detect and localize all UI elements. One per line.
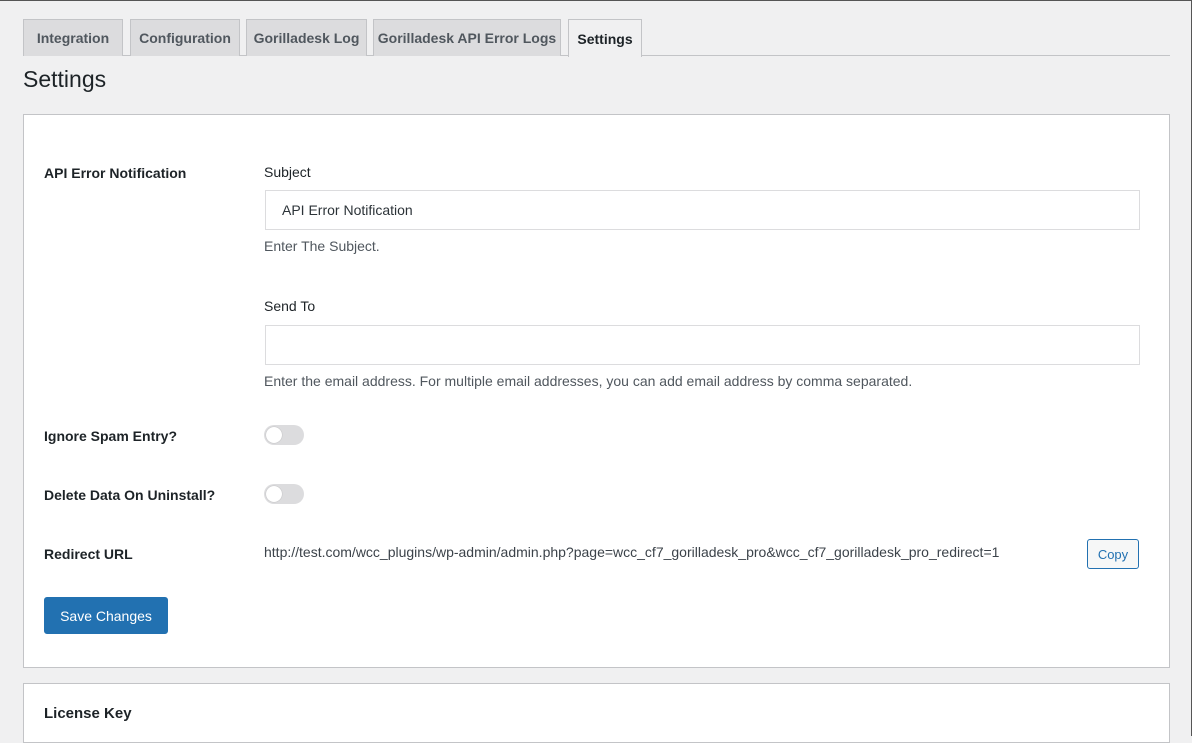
tab-settings[interactable]: Settings — [568, 19, 642, 57]
ignore-spam-label: Ignore Spam Entry? — [44, 428, 178, 444]
license-key-title: License Key — [44, 705, 132, 722]
tab-gorilladesk-log[interactable]: Gorilladesk Log — [246, 19, 367, 56]
tab-gorilladesk-api-error-logs[interactable]: Gorilladesk API Error Logs — [373, 19, 561, 56]
send-to-help-text: Enter the email address. For multiple em… — [264, 373, 913, 389]
subject-help-text: Enter The Subject. — [264, 238, 380, 254]
ignore-spam-toggle[interactable] — [264, 425, 304, 445]
tab-bar: Integration Configuration Gorilladesk Lo… — [23, 19, 1170, 57]
toggle-knob — [266, 427, 282, 443]
license-card: License Key — [23, 683, 1170, 743]
delete-data-toggle[interactable] — [264, 484, 304, 504]
subject-label: Subject — [264, 164, 311, 180]
subject-input[interactable] — [265, 190, 1140, 230]
settings-card: API Error Notification Subject Enter The… — [23, 114, 1170, 668]
tab-configuration[interactable]: Configuration — [130, 19, 240, 56]
delete-data-label: Delete Data On Uninstall? — [44, 487, 216, 503]
copy-button[interactable]: Copy — [1087, 539, 1139, 569]
api-error-notification-label: API Error Notification — [44, 165, 187, 181]
save-changes-button[interactable]: Save Changes — [44, 597, 168, 634]
redirect-url-value: http://test.com/wcc_plugins/wp-admin/adm… — [264, 544, 1000, 560]
send-to-label: Send To — [264, 298, 316, 314]
window-top-border — [0, 0, 1192, 1]
send-to-input[interactable] — [265, 325, 1140, 365]
page-title: Settings — [23, 66, 107, 92]
tab-integration[interactable]: Integration — [23, 19, 123, 56]
redirect-url-label: Redirect URL — [44, 546, 133, 562]
toggle-knob — [266, 486, 282, 502]
